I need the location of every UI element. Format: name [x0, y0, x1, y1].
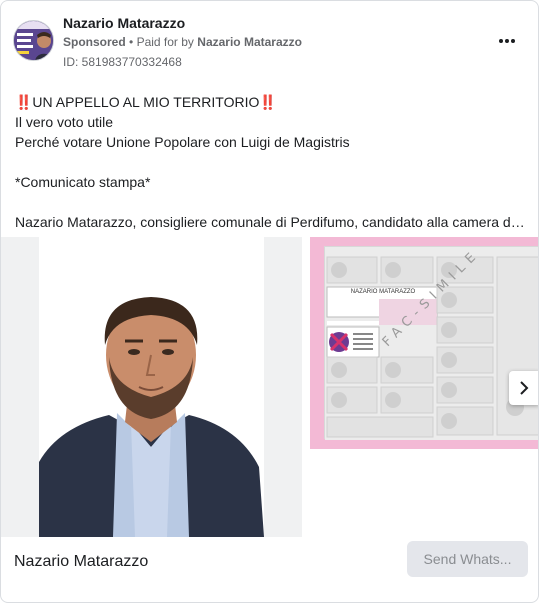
avatar-image [14, 21, 53, 60]
paid-for-name[interactable]: Nazario Matarazzo [197, 35, 302, 49]
send-whatsapp-button[interactable]: Send Whats... [407, 541, 528, 577]
body-line: Il vero voto utile [15, 114, 114, 130]
body-line-blank [15, 192, 530, 212]
page-name[interactable]: Nazario Matarazzo [63, 15, 185, 31]
ad-id: ID: 581983770332468 [63, 55, 182, 69]
link-title[interactable]: Nazario Matarazzo [14, 553, 148, 571]
more-dot-icon [505, 39, 509, 43]
portrait-photo [39, 237, 264, 537]
sponsored-line: Sponsored • Paid for by Nazario Matarazz… [63, 35, 302, 49]
page-avatar[interactable] [13, 20, 54, 61]
ad-card: Nazario Matarazzo Sponsored • Paid for b… [0, 0, 539, 603]
carousel-slide-portrait[interactable] [1, 237, 302, 537]
more-options-button[interactable] [495, 31, 519, 51]
ad-body-text: ‼️UN APPELLO AL MIO TERRITORIO‼️ Il vero… [15, 92, 530, 232]
portrait-image [39, 237, 264, 537]
meta-separator: • [129, 35, 134, 49]
ballot-grid-image [325, 247, 538, 440]
body-line-blank [15, 152, 530, 172]
sponsored-label: Sponsored [63, 35, 126, 49]
body-line-headline: ‼️UN APPELLO AL MIO TERRITORIO‼️ [15, 94, 277, 110]
ballot-facsimile: NAZARIO MATARAZZO FAC-SIMILE [324, 246, 538, 440]
more-dot-icon [499, 39, 503, 43]
carousel-slide-ballot[interactable]: NAZARIO MATARAZZO FAC-SIMILE [310, 237, 538, 449]
body-line: *Comunicato stampa* [15, 174, 151, 190]
carousel-next-button[interactable] [509, 371, 538, 405]
body-line-truncated[interactable]: Nazario Matarazzo, consigliere comunale … [15, 212, 530, 232]
more-dot-icon [511, 39, 515, 43]
media-carousel: NAZARIO MATARAZZO FAC-SIMILE [1, 237, 538, 537]
body-line: Perché votare Unione Popolare con Luigi … [15, 134, 350, 150]
paid-for-prefix: Paid for by [136, 35, 194, 49]
ballot-candidate-name: NAZARIO MATARAZZO [350, 289, 416, 295]
chevron-right-icon [520, 381, 529, 395]
